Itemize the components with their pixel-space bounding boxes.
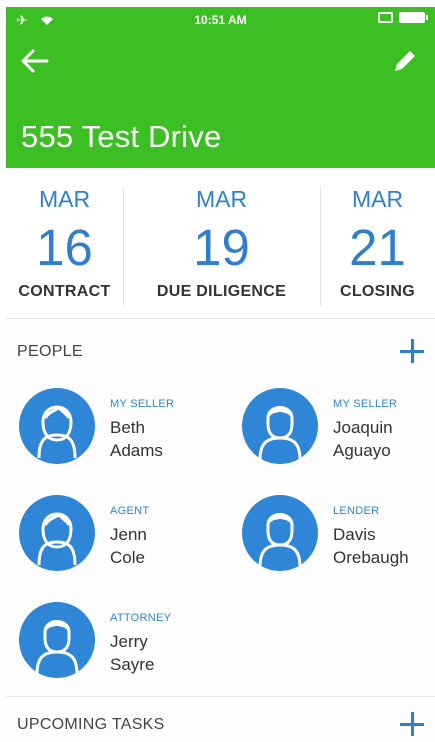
person-first-name: Jenn xyxy=(110,525,147,544)
person-card-joaquin-aguayo[interactable]: MY SELLER Joaquin Aguayo xyxy=(242,388,435,488)
section-divider xyxy=(6,696,435,697)
person-card-beth-adams[interactable]: MY SELLER Beth Adams xyxy=(19,388,219,488)
person-role: MY SELLER xyxy=(333,398,398,410)
tasks-section-title: UPCOMING TASKS xyxy=(17,716,165,733)
person-card-jenn-cole[interactable]: AGENT Jenn Cole xyxy=(19,495,219,595)
person-card-davis-orebaugh[interactable]: LENDER Davis Orebaugh xyxy=(242,495,435,595)
date-month: MAR xyxy=(351,186,404,212)
app-header: ✈ 10:51 AM 555 Test Drive xyxy=(6,7,435,168)
date-month: MAR xyxy=(38,186,91,212)
battery-icon xyxy=(399,12,428,23)
add-person-button[interactable] xyxy=(399,335,425,365)
person-last-name: Aguayo xyxy=(333,441,391,460)
date-closing[interactable]: MAR 21 CLOSING xyxy=(320,168,435,318)
add-task-button[interactable] xyxy=(399,708,425,738)
person-last-name: Cole xyxy=(110,548,145,567)
date-label: DUE DILIGENCE xyxy=(156,283,287,300)
date-month: MAR xyxy=(195,186,248,212)
tasks-section-header: UPCOMING TASKS xyxy=(6,702,435,742)
person-last-name: Orebaugh xyxy=(333,548,409,567)
date-due-diligence[interactable]: MAR 19 DUE DILIGENCE xyxy=(123,168,320,318)
male-avatar-icon xyxy=(19,602,95,678)
date-day: 21 xyxy=(349,219,406,276)
screen-mirroring-icon xyxy=(378,12,393,23)
person-first-name: Jerry xyxy=(110,632,148,651)
date-label: CLOSING xyxy=(340,283,415,300)
back-button[interactable] xyxy=(20,47,56,77)
date-contract[interactable]: MAR 16 CONTRACT xyxy=(6,168,123,318)
pencil-icon xyxy=(395,51,415,71)
page-title: 555 Test Drive xyxy=(21,119,222,154)
app-screen: ✈ 10:51 AM 555 Test Drive MAR 16 CONTRAC… xyxy=(6,7,435,742)
person-role: ATTORNEY xyxy=(110,612,172,624)
male-avatar-icon xyxy=(242,388,318,464)
status-time: 10:51 AM xyxy=(194,13,247,27)
people-section-title: PEOPLE xyxy=(17,343,83,360)
male-avatar-icon xyxy=(242,495,318,571)
date-label: CONTRACT xyxy=(18,283,111,300)
female-avatar-icon xyxy=(19,495,95,571)
person-first-name: Davis xyxy=(333,525,376,544)
person-last-name: Sayre xyxy=(110,655,155,674)
person-last-name: Adams xyxy=(110,441,163,460)
status-bar: ✈ 10:51 AM xyxy=(6,7,435,33)
person-card-jerry-sayre[interactable]: ATTORNEY Jerry Sayre xyxy=(19,602,219,702)
person-first-name: Joaquin xyxy=(333,418,393,437)
key-dates: MAR 16 CONTRACT MAR 19 DUE DILIGENCE MAR… xyxy=(6,168,435,319)
person-role: LENDER xyxy=(333,505,380,517)
edit-button[interactable] xyxy=(391,47,421,77)
person-role: AGENT xyxy=(110,505,150,517)
person-first-name: Beth xyxy=(110,418,145,437)
status-right-icons xyxy=(378,12,428,23)
date-day: 19 xyxy=(193,219,250,276)
female-avatar-icon xyxy=(19,388,95,464)
back-arrow-icon xyxy=(21,49,49,73)
date-day: 16 xyxy=(36,219,93,276)
people-section-header: PEOPLE xyxy=(6,329,435,375)
person-role: MY SELLER xyxy=(110,398,175,410)
